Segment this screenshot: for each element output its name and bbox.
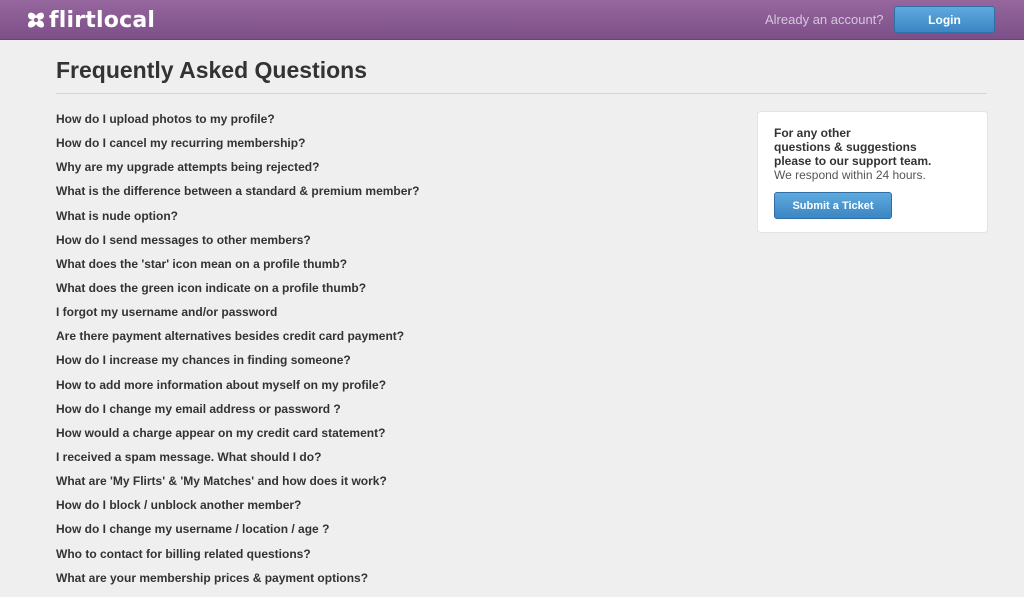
submit-ticket-button[interactable]: Submit a Ticket bbox=[774, 192, 892, 219]
faq-question[interactable]: Are there payment alternatives besides c… bbox=[56, 328, 419, 352]
faq-question[interactable]: How do I change my email address or pass… bbox=[56, 401, 419, 425]
account-prompt: Already an account? bbox=[765, 12, 884, 27]
logo[interactable]: flirtlocal bbox=[26, 6, 155, 34]
faq-question[interactable]: I received a spam message. What should I… bbox=[56, 449, 419, 473]
faq-question[interactable]: What is nude option? bbox=[56, 208, 419, 232]
faq-question[interactable]: How do I send messages to other members? bbox=[56, 232, 419, 256]
top-navigation-bar: flirtlocal Already an account? Login bbox=[0, 0, 1024, 40]
faq-question[interactable]: How do I block / unblock another member? bbox=[56, 497, 419, 521]
faq-question[interactable]: How to add more information about myself… bbox=[56, 377, 419, 401]
faq-list: How do I upload photos to my profile? Ho… bbox=[56, 111, 419, 594]
faq-question[interactable]: How do I upload photos to my profile? bbox=[56, 111, 419, 135]
support-heading-line: For any other bbox=[774, 126, 851, 140]
faq-question[interactable]: How do I increase my chances in finding … bbox=[56, 352, 419, 376]
response-time-note: We respond within 24 hours. bbox=[774, 168, 926, 182]
faq-question[interactable]: What are your membership prices & paymen… bbox=[56, 570, 419, 594]
heart-bow-icon bbox=[28, 12, 44, 28]
faq-question[interactable]: What is the difference between a standar… bbox=[56, 183, 419, 207]
support-heading-line: questions & suggestions bbox=[774, 140, 917, 154]
faq-question[interactable]: How do I change my username / location /… bbox=[56, 521, 419, 545]
faq-question[interactable]: Why are my upgrade attempts being reject… bbox=[56, 159, 419, 183]
support-heading: For any other questions & suggestions pl… bbox=[774, 126, 974, 168]
faq-question[interactable]: What does the 'star' icon mean on a prof… bbox=[56, 256, 419, 280]
page-title: Frequently Asked Questions bbox=[56, 57, 367, 83]
support-heading-line: please to our support team. bbox=[774, 154, 932, 168]
support-panel: For any other questions & suggestions pl… bbox=[757, 111, 988, 233]
faq-question[interactable]: How would a charge appear on my credit c… bbox=[56, 425, 419, 449]
faq-question[interactable]: What does the green icon indicate on a p… bbox=[56, 280, 419, 304]
logo-text: flirtlocal bbox=[49, 7, 156, 33]
faq-question[interactable]: How do I cancel my recurring membership? bbox=[56, 135, 419, 159]
faq-question[interactable]: I forgot my username and/or password bbox=[56, 304, 419, 328]
faq-question[interactable]: Who to contact for billing related quest… bbox=[56, 546, 419, 570]
faq-question[interactable]: What are 'My Flirts' & 'My Matches' and … bbox=[56, 473, 419, 497]
login-button[interactable]: Login bbox=[894, 6, 995, 33]
title-divider bbox=[56, 93, 987, 94]
